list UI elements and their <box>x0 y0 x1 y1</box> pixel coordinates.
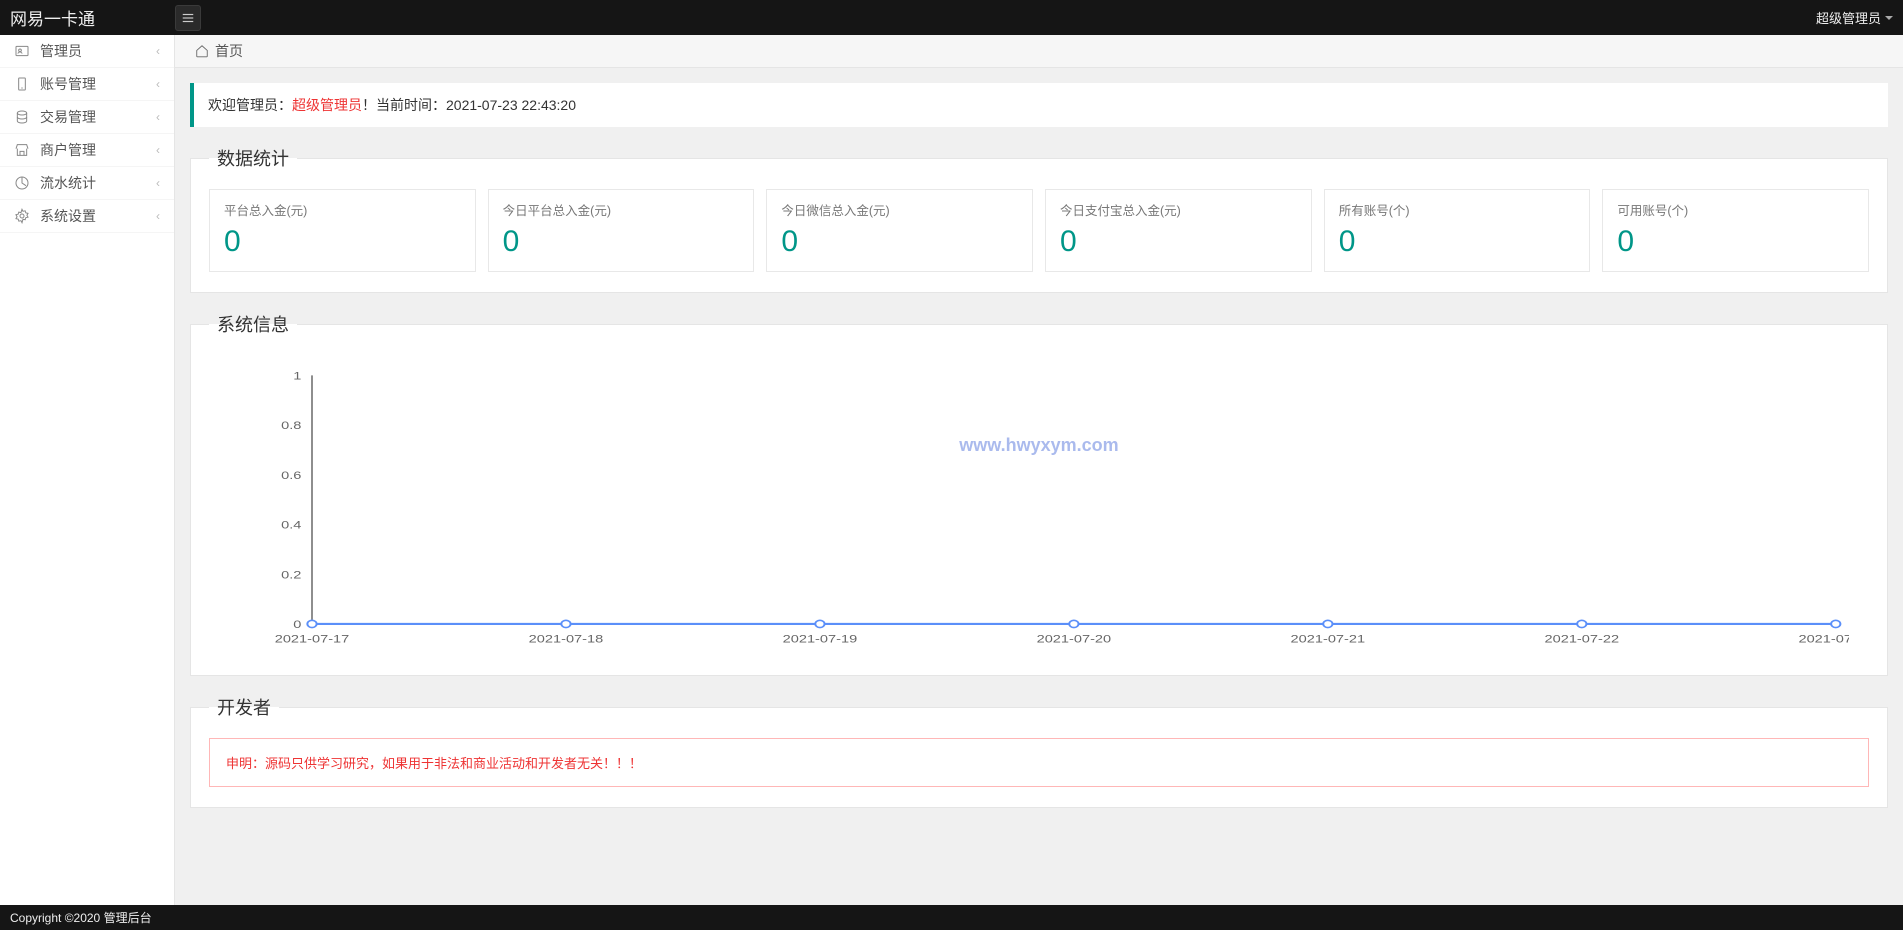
stat-label: 今日支付宝总入金(元) <box>1060 200 1297 219</box>
svg-text:0.6: 0.6 <box>281 468 301 481</box>
welcome-admin: 超级管理员 <box>292 97 362 113</box>
developer-section: 开发者 申明：源码只供学习研究，如果用于非法和商业活动和开发者无关！！！ <box>190 694 1888 808</box>
svg-text:0.4: 0.4 <box>281 518 301 531</box>
svg-text:2021-07-22: 2021-07-22 <box>1545 632 1620 645</box>
chevron-left-icon: ‹ <box>156 209 160 223</box>
home-icon <box>195 44 209 58</box>
topbar: 网易一卡通 超级管理员 <box>0 0 1903 35</box>
chevron-left-icon: ‹ <box>156 176 160 190</box>
stat-label: 可用账号(个) <box>1617 200 1854 219</box>
line-chart: www.hwyxym.com 00.20.40.60.812021-07-172… <box>209 355 1869 655</box>
welcome-prefix: 欢迎管理员： <box>208 97 292 113</box>
footer-text: Copyright ©2020 管理后台 <box>10 909 152 926</box>
svg-text:1: 1 <box>293 369 301 382</box>
hamburger-icon <box>181 11 195 25</box>
welcome-time: 2021-07-23 22:43:20 <box>446 97 576 113</box>
gear-icon <box>14 208 30 224</box>
id-card-icon <box>14 43 30 59</box>
sidebar-item-label: 商户管理 <box>40 140 96 160</box>
database-icon <box>14 109 30 125</box>
system-info-section: 系统信息 www.hwyxym.com 00.20.40.60.812021-0… <box>190 311 1888 676</box>
sidebar-item-flow[interactable]: 流水统计 ‹ <box>0 167 174 200</box>
sidebar-item-label: 交易管理 <box>40 107 96 127</box>
sidebar: 管理员 ‹ 账号管理 ‹ 交易管理 ‹ 商户管理 ‹ 流水统计 ‹ 系统设置 ‹ <box>0 35 175 905</box>
svg-text:2021-07-18: 2021-07-18 <box>529 632 604 645</box>
sidebar-item-label: 管理员 <box>40 41 82 61</box>
dev-title: 开发者 <box>209 694 279 720</box>
stat-label: 平台总入金(元) <box>224 200 461 219</box>
stats-section: 数据统计 平台总入金(元)0今日平台总入金(元)0今日微信总入金(元)0今日支付… <box>190 145 1888 293</box>
sidebar-item-settings[interactable]: 系统设置 ‹ <box>0 200 174 233</box>
svg-text:2021-07-20: 2021-07-20 <box>1037 632 1112 645</box>
stat-value: 0 <box>1617 225 1854 259</box>
welcome-suffix: ！当前时间： <box>362 97 446 113</box>
svg-text:2021-07-17: 2021-07-17 <box>275 632 350 645</box>
stat-value: 0 <box>503 225 740 259</box>
chevron-left-icon: ‹ <box>156 143 160 157</box>
svg-text:0: 0 <box>293 618 301 631</box>
device-icon <box>14 76 30 92</box>
system-title: 系统信息 <box>209 311 297 337</box>
sidebar-item-merchant[interactable]: 商户管理 ‹ <box>0 134 174 167</box>
user-name: 超级管理员 <box>1816 8 1881 27</box>
sidebar-item-label: 账号管理 <box>40 74 96 94</box>
menu-toggle-button[interactable] <box>175 5 201 31</box>
stat-box: 所有账号(个) 0 <box>1324 189 1591 272</box>
svg-text:0.2: 0.2 <box>281 568 301 581</box>
stat-value: 0 <box>781 225 1018 259</box>
chart-icon <box>14 175 30 191</box>
user-menu-dropdown[interactable]: 超级管理员 <box>1816 8 1893 27</box>
breadcrumb: 首页 <box>175 35 1903 68</box>
stat-box: 今日支付宝总入金(元) 0 <box>1045 189 1312 272</box>
stat-box: 可用账号(个) 0 <box>1602 189 1869 272</box>
sidebar-item-trade[interactable]: 交易管理 ‹ <box>0 101 174 134</box>
sidebar-item-account[interactable]: 账号管理 ‹ <box>0 68 174 101</box>
svg-text:2021-07-23: 2021-07-23 <box>1798 632 1849 645</box>
chevron-left-icon: ‹ <box>156 77 160 91</box>
chevron-left-icon: ‹ <box>156 44 160 58</box>
merchant-icon <box>14 142 30 158</box>
breadcrumb-home[interactable]: 首页 <box>215 41 243 61</box>
svg-text:0.8: 0.8 <box>281 419 301 432</box>
stat-value: 0 <box>1060 225 1297 259</box>
svg-text:2021-07-21: 2021-07-21 <box>1291 632 1366 645</box>
stat-value: 0 <box>224 225 461 259</box>
stat-label: 今日微信总入金(元) <box>781 200 1018 219</box>
chevron-left-icon: ‹ <box>156 110 160 124</box>
svg-text:2021-07-19: 2021-07-19 <box>783 632 858 645</box>
stat-box: 平台总入金(元) 0 <box>209 189 476 272</box>
app-title: 网易一卡通 <box>10 5 175 30</box>
sidebar-item-label: 流水统计 <box>40 173 96 193</box>
sidebar-item-label: 系统设置 <box>40 206 96 226</box>
stat-label: 所有账号(个) <box>1339 200 1576 219</box>
dev-note: 申明：源码只供学习研究，如果用于非法和商业活动和开发者无关！！！ <box>209 738 1869 787</box>
welcome-banner: 欢迎管理员：超级管理员！当前时间：2021-07-23 22:43:20 <box>190 83 1888 127</box>
stat-box: 今日微信总入金(元) 0 <box>766 189 1033 272</box>
stats-title: 数据统计 <box>209 145 297 171</box>
footer: Copyright ©2020 管理后台 <box>0 905 1903 930</box>
stat-label: 今日平台总入金(元) <box>503 200 740 219</box>
stat-box: 今日平台总入金(元) 0 <box>488 189 755 272</box>
sidebar-item-admin[interactable]: 管理员 ‹ <box>0 35 174 68</box>
stat-value: 0 <box>1339 225 1576 259</box>
